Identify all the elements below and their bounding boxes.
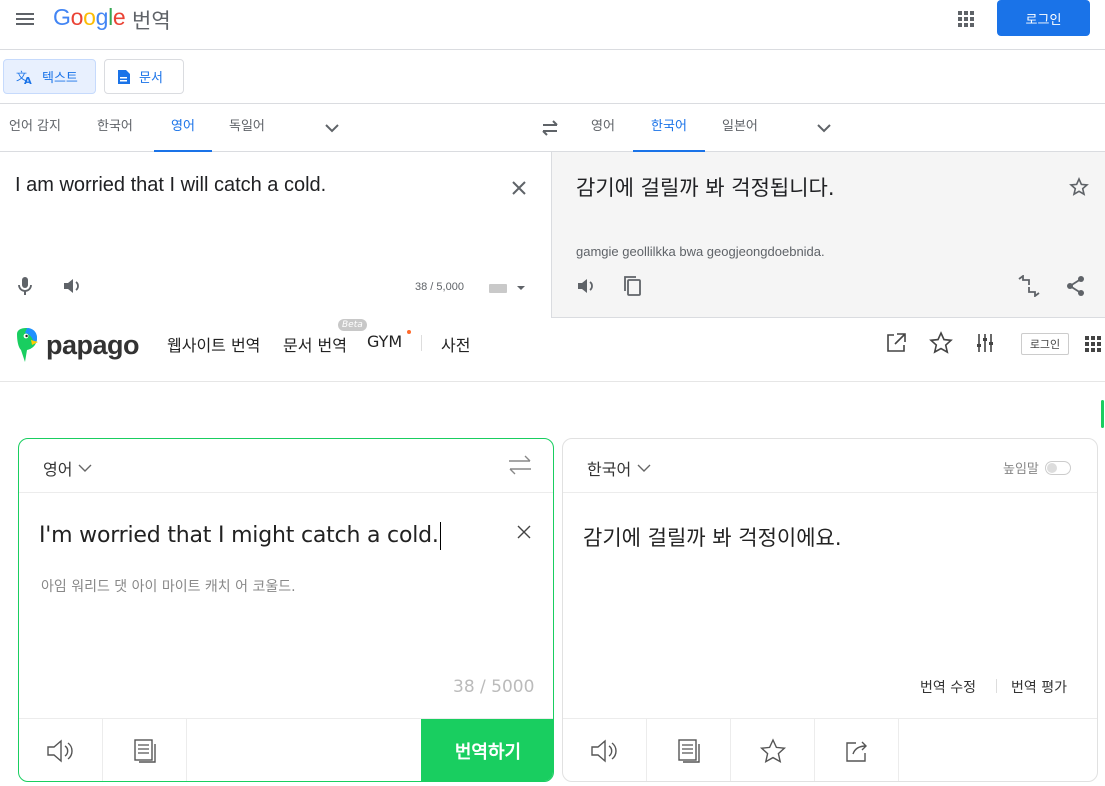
speaker-icon[interactable] (62, 277, 82, 295)
keyboard-icon[interactable] (488, 282, 528, 294)
nav-gym[interactable]: GYM (367, 332, 402, 351)
mode-text-button[interactable]: 文A 텍스트 (3, 59, 96, 94)
target-text-panel: 감기에 걸릴까 봐 걱정됩니다. gamgie geollilkka bwa g… (551, 152, 1105, 318)
toggle-switch[interactable] (1044, 460, 1071, 475)
listen-button[interactable] (563, 719, 647, 781)
source-lang-label: 영어 (43, 460, 73, 479)
char-count: 38 / 5,000 (415, 281, 464, 293)
nav-website-translate[interactable]: 웹사이트 번역 (167, 332, 260, 356)
menu-icon[interactable] (14, 9, 38, 29)
mode-document-button[interactable]: 문서 (104, 59, 184, 94)
chevron-down-icon (78, 463, 92, 473)
star-icon[interactable] (1069, 177, 1089, 197)
honorific-toggle[interactable]: 높임말 (1003, 458, 1071, 477)
translation-text: 감기에 걸릴까 봐 걱정됩니다. (576, 176, 835, 200)
target-lang-japanese[interactable]: 일본어 (720, 104, 760, 152)
text-cursor (439, 522, 441, 550)
share-button[interactable] (815, 719, 899, 781)
target-card-footer (563, 718, 1097, 781)
beta-badge: Beta (338, 319, 367, 331)
favorite-star-icon[interactable] (929, 331, 953, 355)
nav-document-translate[interactable]: 문서 번역 (283, 332, 347, 356)
source-lang-select[interactable]: 영어 (43, 456, 92, 480)
copy-icon (677, 738, 701, 764)
new-dot-badge (407, 330, 411, 334)
source-text-input[interactable]: I'm worried that I might catch a cold. (39, 522, 441, 550)
chevron-down-icon (637, 463, 651, 473)
star-icon (759, 737, 787, 764)
speaker-icon[interactable] (576, 277, 596, 295)
parrot-logo-icon (14, 328, 40, 362)
chevron-down-icon[interactable] (816, 120, 832, 136)
char-count: 38 / 5000 (453, 677, 535, 697)
mode-toolbar: 文A 텍스트 문서 (0, 51, 1105, 104)
speaker-icon (590, 738, 620, 764)
svg-text:A: A (24, 76, 32, 85)
language-bar: 언어 감지 한국어 영어 독일어 영어 한국어 일본어 (0, 104, 1105, 152)
source-lang-english[interactable]: 영어 (154, 104, 212, 152)
papago-nav: papago 웹사이트 번역 문서 번역 Beta GYM 사전 로그인 (0, 318, 1105, 382)
feedback-icon[interactable] (1016, 275, 1042, 297)
source-lang-detect[interactable]: 언어 감지 (7, 104, 63, 152)
mode-document-label: 문서 (139, 71, 163, 86)
source-lang-korean[interactable]: 한국어 (95, 104, 135, 152)
copy-icon[interactable] (622, 275, 642, 297)
share-icon (844, 739, 870, 763)
papago-panel: papago 웹사이트 번역 문서 번역 Beta GYM 사전 로그인 영어 … (0, 318, 1105, 786)
papago-login-button[interactable]: 로그인 (1021, 333, 1069, 355)
listen-button[interactable] (19, 719, 103, 781)
microphone-icon[interactable] (17, 276, 33, 296)
rate-translation-link[interactable]: 번역 평가 (1011, 677, 1067, 697)
source-lang-german[interactable]: 독일어 (227, 104, 267, 152)
papago-target-card: 한국어 높임말 감기에 걸릴까 봐 걱정이에요. 번역 수정 번역 평가 (562, 438, 1098, 782)
copy-icon (133, 738, 157, 764)
nav-divider (421, 335, 422, 351)
action-divider (996, 679, 997, 693)
source-text-panel: I am worried that I will catch a cold. 3… (0, 152, 551, 318)
edit-translation-link[interactable]: 번역 수정 (920, 677, 976, 697)
swap-languages-icon[interactable] (507, 454, 533, 476)
copy-button[interactable] (647, 719, 731, 781)
mode-text-label: 텍스트 (42, 71, 78, 86)
swap-languages-icon[interactable] (540, 119, 560, 137)
source-text-value: I'm worried that I might catch a cold. (39, 523, 439, 548)
apps-grid-icon[interactable] (955, 8, 977, 30)
settings-sliders-icon[interactable] (975, 332, 995, 354)
source-card-header: 영어 (19, 439, 553, 493)
target-lang-label: 한국어 (587, 460, 632, 479)
target-lang-korean[interactable]: 한국어 (633, 104, 705, 152)
target-lang-english[interactable]: 영어 (589, 104, 617, 152)
external-link-icon[interactable] (885, 332, 907, 354)
google-header: Google 번역 로그인 (0, 0, 1105, 50)
side-tab-handle[interactable] (1101, 400, 1104, 428)
source-card-footer: 번역하기 (19, 718, 553, 781)
chevron-down-icon[interactable] (324, 120, 340, 136)
translate-button[interactable]: 번역하기 (421, 719, 553, 781)
papago-logo-text: papago (46, 329, 140, 360)
honorific-label: 높임말 (1003, 462, 1039, 477)
target-card-header: 한국어 높임말 (563, 439, 1097, 493)
google-logo[interactable]: Google (53, 4, 126, 31)
clear-text-icon[interactable] (510, 179, 528, 197)
source-pronunciation: 아임 워리드 댓 아이 마이트 캐치 어 코울드. (41, 579, 296, 595)
translate-icon: 文A (16, 69, 34, 85)
document-icon (117, 69, 131, 85)
login-button[interactable]: 로그인 (997, 0, 1090, 36)
favorite-button[interactable] (731, 719, 815, 781)
share-icon[interactable] (1066, 275, 1086, 297)
romanization-text: gamgie geollilkka bwa geogjeongdoebnida. (576, 244, 825, 259)
clear-text-icon[interactable] (516, 524, 532, 540)
target-lang-select[interactable]: 한국어 (587, 456, 651, 480)
papago-source-card: 영어 I'm worried that I might catch a cold… (18, 438, 554, 782)
nav-dictionary[interactable]: 사전 (441, 332, 470, 356)
copy-button[interactable] (103, 719, 187, 781)
papago-logo[interactable]: papago (14, 328, 140, 362)
source-text-input[interactable]: I am worried that I will catch a cold. (15, 174, 326, 197)
apps-grid-icon[interactable] (1084, 335, 1102, 353)
speaker-icon (46, 738, 76, 764)
product-name: 번역 (132, 9, 171, 33)
google-translate-panel: Google 번역 로그인 文A 텍스트 문서 언어 감지 한국어 영어 독일어… (0, 0, 1105, 318)
translation-text: 감기에 걸릴까 봐 걱정이에요. (583, 526, 842, 550)
